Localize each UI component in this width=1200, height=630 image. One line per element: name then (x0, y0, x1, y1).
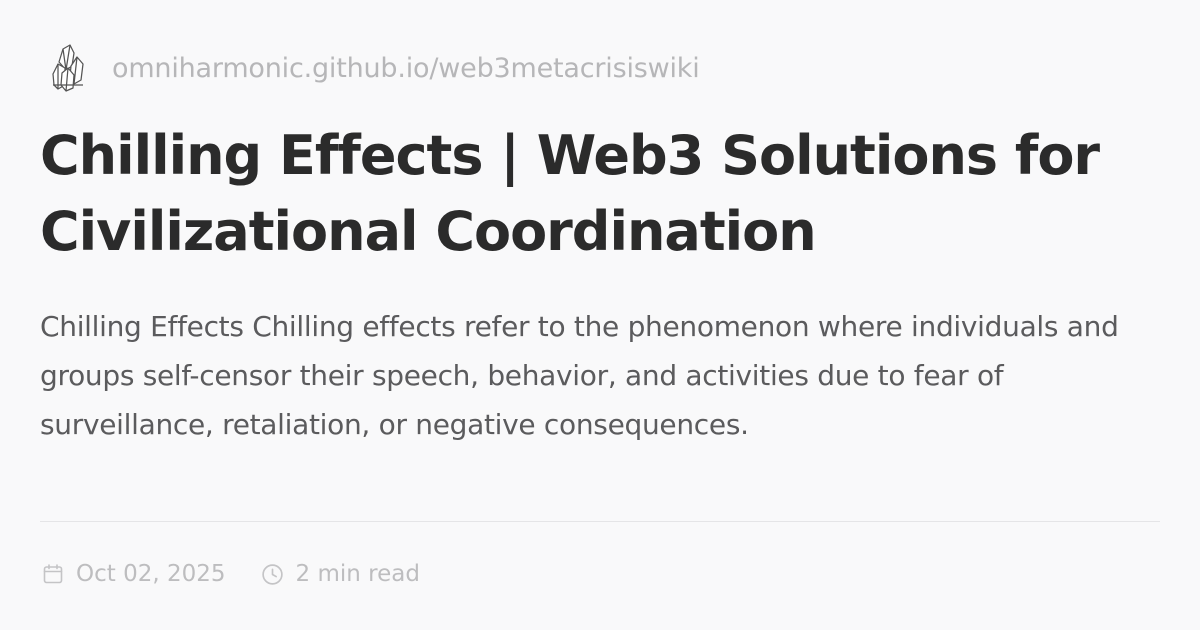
read-time-text: 2 min read (295, 561, 420, 587)
clock-icon (260, 561, 286, 587)
social-preview-card: omniharmonic.github.io/web3metacrisiswik… (0, 0, 1200, 630)
page-title: Chilling Effects | Web3 Solutions for Ci… (40, 124, 1100, 263)
site-header: omniharmonic.github.io/web3metacrisiswik… (44, 40, 700, 96)
calendar-icon (40, 561, 66, 587)
divider (40, 521, 1160, 522)
post-meta: Oct 02, 2025 2 min read (40, 556, 420, 592)
publish-date-text: Oct 02, 2025 (76, 561, 226, 587)
read-time: 2 min read (260, 561, 420, 587)
page-description: Chilling Effects Chilling effects refer … (40, 310, 1119, 441)
crystal-cluster-icon (44, 40, 92, 96)
site-url[interactable]: omniharmonic.github.io/web3metacrisiswik… (112, 53, 700, 84)
publish-date: Oct 02, 2025 (40, 561, 226, 587)
